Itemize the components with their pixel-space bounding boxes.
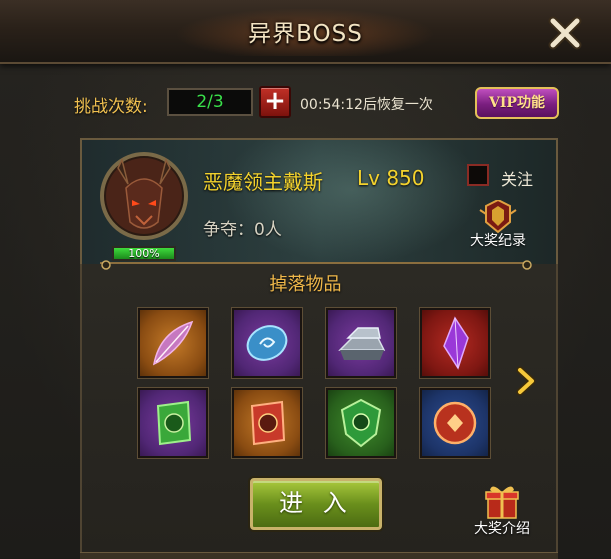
enter-button[interactable]: 进 入	[250, 478, 382, 530]
purple-crystal-icon	[443, 316, 469, 370]
close-icon	[548, 16, 582, 50]
challenge-row: 挑战次数: 2/3 + 00:54:12后恢复一次 VIP功能	[0, 82, 611, 122]
green-shield-icon	[340, 398, 382, 448]
recover-timer: 00:54:12后恢复一次	[300, 97, 433, 113]
boss-portrait[interactable]	[98, 144, 190, 244]
drop-item-ingot[interactable]	[325, 307, 397, 379]
drop-item-green-emblem[interactable]	[137, 387, 209, 459]
award-record-label: 大奖纪录	[470, 233, 526, 249]
green-emblem-icon	[156, 400, 192, 446]
drop-item-red-crest[interactable]	[419, 387, 491, 459]
red-crest-icon	[433, 401, 477, 445]
boss-panel: 异界BOSS 挑战次数: 2/3 + 00:54:12后恢复一次 VIP功能 1…	[0, 0, 611, 559]
challenge-count: 2/3	[167, 88, 253, 116]
feather-icon	[152, 320, 194, 366]
rune-stone-icon	[246, 325, 288, 361]
close-button[interactable]	[543, 11, 587, 55]
drop-item-red-emblem[interactable]	[231, 387, 303, 459]
boss-hp-bar: 100%	[112, 246, 176, 261]
gift-box-icon	[485, 486, 519, 519]
drop-item-rune[interactable]	[231, 307, 303, 379]
drop-item-green-shield[interactable]	[325, 387, 397, 459]
follow-checkbox[interactable]	[467, 164, 489, 186]
add-challenge-button[interactable]: +	[259, 86, 291, 118]
boss-name: 恶魔领主戴斯	[203, 170, 323, 194]
compete-count: 争夺：0人	[203, 220, 282, 240]
drop-item-crystal[interactable]	[419, 307, 491, 379]
card-background	[222, 140, 482, 264]
iron-ingot-icon	[338, 327, 386, 360]
vip-button[interactable]: VIP功能	[475, 87, 559, 119]
challenge-label: 挑战次数:	[74, 97, 148, 117]
drops-title: 掉落物品	[269, 274, 342, 295]
award-record-button[interactable]: 大奖纪录	[460, 198, 536, 252]
boss-avatar-icon	[100, 152, 188, 240]
red-emblem-icon	[250, 400, 286, 446]
page-title: 异界BOSS	[248, 21, 363, 47]
next-page-arrow-icon[interactable]	[515, 366, 537, 396]
follow-label[interactable]: 关注	[501, 166, 533, 190]
award-intro-button[interactable]: 大奖介绍	[466, 482, 538, 540]
award-intro-label: 大奖介绍	[474, 521, 530, 537]
trophy-emblem-icon	[479, 198, 517, 234]
boss-level: Lv 850	[357, 166, 425, 190]
drop-item-feather[interactable]	[137, 307, 209, 379]
